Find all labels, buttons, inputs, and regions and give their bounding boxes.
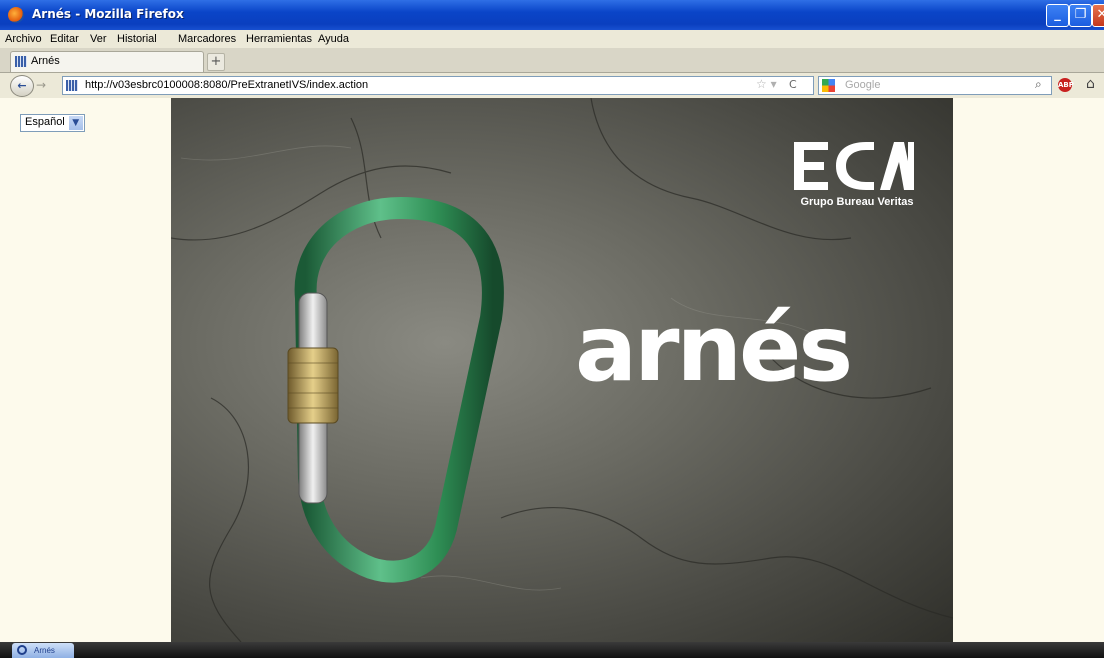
taskbar-button-arnes[interactable]: Arnés: [12, 643, 74, 658]
menu-ver[interactable]: Ver: [90, 33, 107, 45]
chevron-down-icon[interactable]: ▼: [68, 116, 83, 130]
back-button[interactable]: ←: [10, 75, 34, 97]
search-placeholder: Google: [845, 79, 881, 91]
forward-icon: →: [36, 78, 47, 92]
menu-marcadores[interactable]: Marcadores: [178, 33, 236, 45]
tab-arnes[interactable]: Arnés: [10, 51, 204, 72]
star-icon[interactable]: ☆ ▾: [756, 77, 777, 91]
taskbar-button-label: Arnés: [34, 646, 55, 655]
google-icon[interactable]: [822, 79, 835, 92]
taskbar-window-icon: [17, 645, 27, 655]
url-text: http://v03esbrc0100008:8080/PreExtranetI…: [85, 79, 369, 91]
eca-logo: Grupo Bureau Veritas: [782, 138, 932, 210]
navigation-bar: ← → http://v03esbrc0100008:8080/PreExtra…: [0, 73, 1104, 98]
search-input[interactable]: Google ⌕: [818, 76, 1052, 95]
magnifier-icon[interactable]: ⌕: [1035, 77, 1042, 92]
menu-historial[interactable]: Historial: [117, 33, 157, 45]
close-button[interactable]: ✕: [1092, 4, 1104, 27]
hero-image: Grupo Bureau Veritas arnés: [171, 98, 953, 642]
language-select[interactable]: Español ▼: [20, 114, 85, 132]
menu-herramientas[interactable]: Herramientas: [246, 33, 312, 45]
window-title: Arnés - Mozilla Firefox: [32, 7, 184, 21]
eca-logo-subtitle: Grupo Bureau Veritas: [800, 196, 914, 208]
menu-bar: Archivo Editar Ver Historial Marcadores …: [0, 30, 1104, 48]
os-taskbar: Arnés: [0, 642, 1104, 658]
tab-bar: Arnés +: [0, 48, 1104, 73]
back-icon: ←: [17, 79, 27, 92]
minimize-button[interactable]: _: [1046, 4, 1069, 27]
brand-wordmark: arnés: [575, 295, 853, 402]
adblock-icon[interactable]: ABP: [1058, 78, 1074, 92]
address-bar[interactable]: http://v03esbrc0100008:8080/PreExtranetI…: [62, 76, 814, 95]
tab-label: Arnés: [31, 55, 60, 67]
language-select-value: Español: [25, 116, 65, 128]
forward-button[interactable]: →: [36, 78, 50, 92]
new-tab-button[interactable]: +: [207, 53, 225, 71]
menu-archivo[interactable]: Archivo: [5, 33, 42, 45]
home-icon[interactable]: ⌂: [1086, 76, 1095, 92]
page-favicon-icon: [15, 56, 27, 67]
maximize-button[interactable]: ❐: [1069, 4, 1092, 27]
eca-logo-mark: [794, 142, 914, 190]
site-identity-icon: [66, 80, 78, 91]
window-titlebar: Arnés - Mozilla Firefox _ ❐ ✕: [0, 0, 1104, 30]
reload-icon[interactable]: C: [789, 78, 797, 91]
page-content: Español ▼ Grupo Bureau Veritas arnés: [0, 98, 1104, 642]
menu-ayuda[interactable]: Ayuda: [318, 33, 349, 45]
firefox-icon: [8, 7, 24, 23]
menu-editar[interactable]: Editar: [50, 33, 79, 45]
